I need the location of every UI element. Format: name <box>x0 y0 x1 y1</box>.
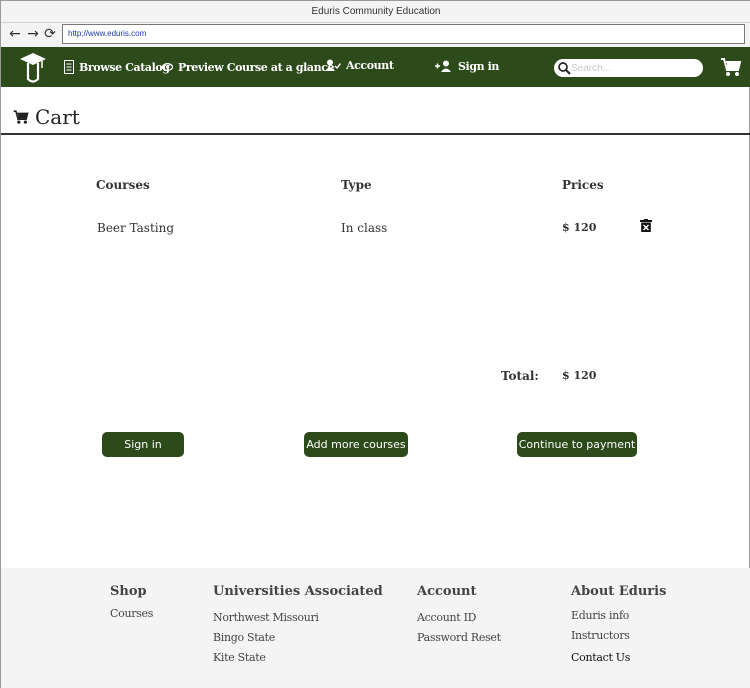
search-input[interactable] <box>571 60 696 76</box>
shopping-cart-icon[interactable] <box>720 56 742 78</box>
footer-col-universities: Universities Associated Northwest Missou… <box>213 584 383 670</box>
item-course-price: $ 120 <box>562 221 597 234</box>
footer-col-about: About Eduris Eduris info Instructors Con… <box>571 584 666 670</box>
footer-heading-account: Account <box>417 584 477 599</box>
trash-icon[interactable] <box>640 219 652 232</box>
footer-heading-universities: Universities Associated <box>213 584 383 599</box>
footer-heading-about: About Eduris <box>571 584 667 599</box>
total-value: $ 120 <box>562 369 597 382</box>
footer-link-contact-us[interactable]: Contact Us <box>571 650 666 670</box>
back-icon[interactable]: ← <box>7 25 23 43</box>
window-title: Eduris Community Education <box>1 1 750 23</box>
header-courses: Courses <box>96 178 150 192</box>
item-course-type: In class <box>341 221 388 235</box>
nav-sign-in[interactable]: Sign in <box>435 46 499 86</box>
browser-window: Eduris Community Education ← → ⟳ http://… <box>0 0 750 688</box>
sign-in-button[interactable]: Sign in <box>102 432 184 457</box>
search-icon[interactable] <box>558 61 571 75</box>
cart-title-icon <box>13 110 29 124</box>
footer-link-bingo-state[interactable]: Bingo State <box>213 630 383 650</box>
nav-account-label: Account <box>346 58 394 72</box>
page-title-text: Cart <box>35 105 80 129</box>
footer-link-account-id[interactable]: Account ID <box>417 610 501 630</box>
total-label: Total: <box>501 369 539 383</box>
add-more-courses-button[interactable]: Add more courses <box>304 432 408 457</box>
header-prices: Prices <box>562 178 604 192</box>
forward-icon[interactable]: → <box>25 25 41 43</box>
main-navbar: Browse Catalog Preview Course at a glanc… <box>1 47 750 87</box>
footer-col-shop: Shop Courses <box>110 584 153 626</box>
address-bar: ← → ⟳ http://www.eduris.com <box>1 23 750 47</box>
page-title: Cart <box>13 102 80 132</box>
search-box <box>554 59 703 77</box>
footer-link-password-reset[interactable]: Password Reset <box>417 630 501 650</box>
footer-link-northwest-missouri[interactable]: Northwest Missouri <box>213 610 383 630</box>
graduation-cap-logo-icon[interactable] <box>19 51 47 83</box>
nav-preview-course[interactable]: Preview Course at a glance <box>162 47 335 87</box>
url-field[interactable]: http://www.eduris.com <box>62 24 745 44</box>
footer-heading-shop: Shop <box>110 584 147 599</box>
reload-icon[interactable]: ⟳ <box>42 25 58 43</box>
header-type: Type <box>341 178 372 192</box>
user-check-icon <box>325 59 341 71</box>
footer-link-courses[interactable]: Courses <box>110 606 153 626</box>
nav-account[interactable]: Account <box>325 45 394 85</box>
footer-link-instructors[interactable]: Instructors <box>571 628 666 650</box>
footer-link-kite-state[interactable]: Kite State <box>213 650 383 670</box>
item-course-name: Beer Tasting <box>97 221 175 235</box>
catalog-icon <box>64 60 74 74</box>
title-divider <box>1 133 750 135</box>
nav-browse-catalog[interactable]: Browse Catalog <box>64 47 170 87</box>
nav-preview-label: Preview Course at a glance <box>178 60 335 74</box>
nav-browse-label: Browse Catalog <box>79 60 170 74</box>
footer-col-account: Account Account ID Password Reset <box>417 584 501 650</box>
nav-signin-label: Sign in <box>458 59 500 73</box>
user-add-icon <box>435 60 451 72</box>
footer-link-eduris-info[interactable]: Eduris info <box>571 608 666 628</box>
continue-to-payment-button[interactable]: Continue to payment <box>517 432 637 457</box>
eye-icon <box>162 63 173 71</box>
